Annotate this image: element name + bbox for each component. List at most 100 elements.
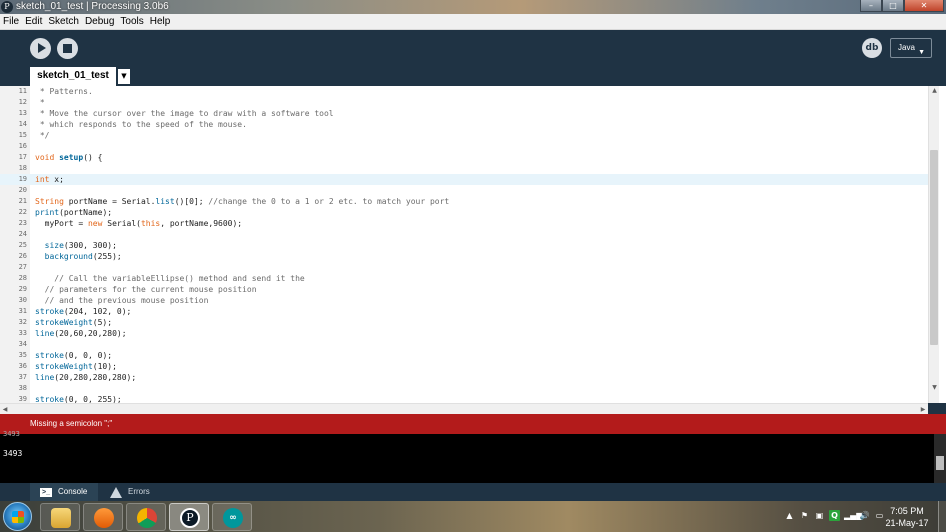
code-line[interactable]: 20 bbox=[0, 185, 928, 196]
code-line[interactable]: 25 size(300, 300); bbox=[0, 240, 928, 251]
code-text: int x; bbox=[35, 175, 64, 184]
taskbar-chrome[interactable] bbox=[126, 503, 166, 531]
code-line[interactable]: 28 // Call the variableEllipse() method … bbox=[0, 273, 928, 284]
line-number: 29 bbox=[18, 285, 27, 293]
code-line[interactable]: 38 bbox=[0, 383, 928, 394]
scroll-down-arrow-icon[interactable]: ▼ bbox=[930, 383, 939, 392]
processing-app-icon: P bbox=[1, 1, 13, 13]
code-text: stroke(0, 0, 255); bbox=[35, 395, 122, 403]
code-line[interactable]: 15 */ bbox=[0, 130, 928, 141]
taskbar-processing[interactable]: P bbox=[169, 503, 209, 531]
code-line[interactable]: 22 print(portName); bbox=[0, 207, 928, 218]
editor-vertical-scrollbar[interactable]: ▲ ▼ bbox=[928, 86, 939, 403]
flag-icon[interactable]: ⚑ bbox=[799, 510, 810, 521]
taskbar-explorer[interactable] bbox=[40, 503, 80, 531]
line-number: 26 bbox=[18, 252, 27, 260]
show-desktop-button[interactable] bbox=[938, 501, 946, 532]
close-button[interactable]: ✕ bbox=[904, 0, 944, 12]
code-line[interactable]: 17 void setup() { bbox=[0, 152, 928, 163]
line-number: 37 bbox=[18, 373, 27, 381]
code-line[interactable]: 34 bbox=[0, 339, 928, 350]
console-output[interactable]: 3493 3493 bbox=[0, 430, 946, 483]
code-line[interactable]: 33 line(20,60,20,280); bbox=[0, 328, 928, 339]
line-number: 15 bbox=[18, 131, 27, 139]
stop-button[interactable] bbox=[57, 38, 78, 59]
console-tab-label: Console bbox=[58, 487, 88, 496]
show-hidden-icons-icon[interactable]: ▲ bbox=[784, 510, 795, 521]
code-line[interactable]: 19 int x; bbox=[0, 174, 928, 185]
arduino-icon: ∞ bbox=[223, 508, 243, 528]
tab-menu-button[interactable]: ▼ bbox=[118, 69, 130, 84]
code-line[interactable]: 35 stroke(0, 0, 0); bbox=[0, 350, 928, 361]
app-tray-icon[interactable]: ▣ bbox=[814, 510, 825, 521]
line-number: 24 bbox=[18, 230, 27, 238]
run-button[interactable] bbox=[30, 38, 51, 59]
errors-tab[interactable]: Errors bbox=[107, 483, 167, 501]
maximize-button[interactable]: □ bbox=[882, 0, 904, 12]
q-app-icon[interactable]: Q bbox=[829, 510, 840, 521]
code-line[interactable]: 39 stroke(0, 0, 255); bbox=[0, 394, 928, 403]
media-player-icon bbox=[94, 508, 114, 528]
warning-icon bbox=[110, 487, 122, 498]
scroll-thumb[interactable] bbox=[930, 150, 938, 345]
start-button[interactable] bbox=[3, 502, 32, 531]
code-line[interactable]: 21 String portName = Serial.list()[0]; //… bbox=[0, 196, 928, 207]
windows-logo-icon bbox=[12, 511, 24, 523]
line-number: 12 bbox=[18, 98, 27, 106]
code-line[interactable]: 27 bbox=[0, 262, 928, 273]
code-text: line(20,60,20,280); bbox=[35, 329, 127, 338]
volume-icon[interactable]: 🔊 bbox=[859, 510, 870, 521]
line-number: 11 bbox=[18, 87, 27, 95]
code-text: strokeWeight(5); bbox=[35, 318, 113, 327]
system-tray: ▲ ⚑ ▣ Q ▂▄▆ 🔊 ▭ bbox=[784, 510, 885, 521]
console-scroll-thumb[interactable] bbox=[936, 456, 944, 470]
system-clock[interactable]: 7:05 PM 21-May-17 bbox=[882, 505, 932, 529]
code-line[interactable]: 12 * bbox=[0, 97, 928, 108]
sketch-tabs: sketch_01_test ▼ bbox=[0, 67, 946, 86]
code-text: print(portName); bbox=[35, 208, 113, 217]
code-line[interactable]: 23 myPort = new Serial(this, portName,96… bbox=[0, 218, 928, 229]
code-line[interactable]: 18 bbox=[0, 163, 928, 174]
signal-icon[interactable]: ▂▄▆ bbox=[844, 510, 862, 521]
code-line[interactable]: 36 strokeWeight(10); bbox=[0, 361, 928, 372]
code-line[interactable]: 16 bbox=[0, 141, 928, 152]
code-text: size(300, 300); bbox=[44, 241, 117, 250]
errors-tab-label: Errors bbox=[128, 487, 150, 496]
minimize-button[interactable]: – bbox=[860, 0, 882, 12]
menu-help[interactable]: Help bbox=[150, 14, 171, 30]
menu-bar: File Edit Sketch Debug Tools Help bbox=[0, 14, 946, 30]
scroll-right-arrow-icon[interactable]: ▶ bbox=[918, 405, 928, 414]
scroll-left-arrow-icon[interactable]: ◀ bbox=[0, 405, 10, 414]
console-scrollbar[interactable] bbox=[934, 434, 946, 483]
code-line[interactable]: 24 bbox=[0, 229, 928, 240]
code-line[interactable]: 13 * Move the cursor over the image to d… bbox=[0, 108, 928, 119]
scrollbar-corner bbox=[928, 403, 946, 414]
code-line[interactable]: 31 stroke(204, 102, 0); bbox=[0, 306, 928, 317]
code-line[interactable]: 32 strokeWeight(5); bbox=[0, 317, 928, 328]
mode-selector[interactable]: Java ▼ bbox=[890, 38, 932, 58]
code-text: stroke(0, 0, 0); bbox=[35, 351, 113, 360]
tab-sketch-01-test[interactable]: sketch_01_test bbox=[30, 67, 116, 86]
taskbar-arduino[interactable]: ∞ bbox=[212, 503, 252, 531]
menu-sketch[interactable]: Sketch bbox=[48, 14, 79, 30]
code-text: background(255); bbox=[44, 252, 122, 261]
code-editor[interactable]: 11 * Patterns. 12 * 13 * Move the cursor o… bbox=[0, 86, 946, 403]
code-line[interactable]: 30 // and the previous mouse position bbox=[0, 295, 928, 306]
editor-horizontal-scrollbar[interactable]: ◀ ▶ bbox=[0, 403, 928, 414]
menu-file[interactable]: File bbox=[3, 14, 19, 30]
scroll-up-arrow-icon[interactable]: ▲ bbox=[930, 86, 939, 95]
window-titlebar[interactable]: P sketch_01_test | Processing 3.0b6 – □ … bbox=[0, 0, 946, 14]
menu-tools[interactable]: Tools bbox=[120, 14, 143, 30]
code-line[interactable]: 14 * which responds to the speed of the … bbox=[0, 119, 928, 130]
chrome-icon bbox=[137, 508, 157, 528]
code-line[interactable]: 11 * Patterns. bbox=[0, 86, 928, 97]
debug-button[interactable]: db bbox=[862, 38, 882, 58]
menu-debug[interactable]: Debug bbox=[85, 14, 114, 30]
line-number: 27 bbox=[18, 263, 27, 271]
code-line[interactable]: 26 background(255); bbox=[0, 251, 928, 262]
console-tab[interactable]: >_ Console bbox=[30, 483, 98, 501]
code-line[interactable]: 37 line(20,280,280,280); bbox=[0, 372, 928, 383]
taskbar-media-player[interactable] bbox=[83, 503, 123, 531]
menu-edit[interactable]: Edit bbox=[25, 14, 42, 30]
code-line[interactable]: 29 // parameters for the current mouse p… bbox=[0, 284, 928, 295]
